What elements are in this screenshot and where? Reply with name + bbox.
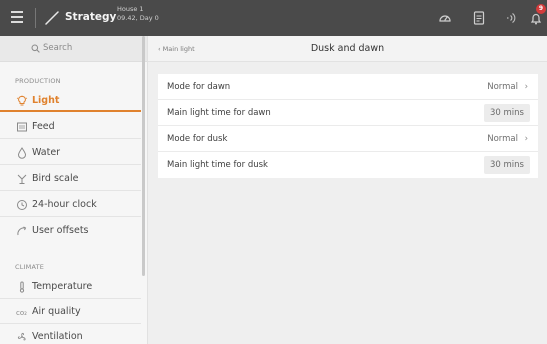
sidebar-item-light[interactable]: Light xyxy=(0,90,141,112)
sidebar-item-label: Ventilation xyxy=(32,331,83,342)
active-indicator xyxy=(0,110,141,112)
search-box[interactable]: Search xyxy=(0,36,147,62)
sidebar-item-feed[interactable]: Feed xyxy=(0,116,141,138)
divider xyxy=(0,164,141,165)
sidebar: Search PRODUCTION Light Feed Water Bird … xyxy=(0,36,148,344)
co2-icon: co₂ xyxy=(16,309,27,317)
settings-panel: Mode for dawn Normal › Main light time f… xyxy=(158,74,538,178)
setting-value: Normal xyxy=(487,82,518,92)
setting-row-mode-for-dawn[interactable]: Mode for dawn Normal › xyxy=(158,74,538,100)
divider xyxy=(0,190,141,191)
setting-value: Normal xyxy=(487,134,518,144)
sidebar-item-air-quality[interactable]: co₂ Air quality xyxy=(0,301,141,323)
sidebar-item-label: Bird scale xyxy=(32,173,79,184)
setting-row-main-light-time-dawn: Main light time for dawn 30 mins xyxy=(158,100,538,126)
divider xyxy=(0,216,141,217)
search-input[interactable]: Search xyxy=(43,43,72,53)
house-info[interactable]: House 1 09.42, Day 0 xyxy=(117,5,159,23)
duration-input[interactable]: 30 mins xyxy=(484,104,530,122)
setting-label: Main light time for dusk xyxy=(167,160,268,170)
setting-label: Mode for dusk xyxy=(167,134,228,144)
setting-label: Main light time for dawn xyxy=(167,108,271,118)
divider xyxy=(0,138,141,139)
duration-input[interactable]: 30 mins xyxy=(484,156,530,174)
sidebar-scrollbar[interactable] xyxy=(142,36,145,276)
time-day: 09.42, Day 0 xyxy=(117,14,159,22)
divider xyxy=(0,298,141,299)
search-icon xyxy=(31,44,40,53)
document-icon[interactable] xyxy=(471,10,487,26)
user-offsets-icon xyxy=(17,226,27,236)
sidebar-item-user-offsets[interactable]: User offsets xyxy=(0,220,141,242)
sidebar-item-label: Light xyxy=(32,95,60,106)
sidebar-item-label: Feed xyxy=(32,121,55,132)
strategy-icon xyxy=(45,11,59,25)
chevron-right-icon: › xyxy=(524,82,528,92)
svg-text:co₂: co₂ xyxy=(16,309,27,317)
chevron-right-icon: › xyxy=(524,134,528,144)
sidebar-item-label: Temperature xyxy=(32,281,93,292)
page-title: Dusk and dawn xyxy=(310,43,385,54)
sidebar-item-ventilation[interactable]: Ventilation xyxy=(0,326,141,344)
section-title-climate: CLIMATE xyxy=(15,263,45,271)
setting-label: Mode for dawn xyxy=(167,82,231,92)
hamburger-menu-icon[interactable] xyxy=(11,11,23,25)
sound-icon[interactable] xyxy=(502,10,518,26)
sidebar-item-temperature[interactable]: Temperature xyxy=(0,276,141,298)
gauge-icon[interactable] xyxy=(437,10,453,26)
sidebar-item-label: Air quality xyxy=(32,306,81,317)
divider xyxy=(35,8,36,28)
setting-row-mode-for-dusk[interactable]: Mode for dusk Normal › xyxy=(158,126,538,152)
sidebar-item-water[interactable]: Water xyxy=(0,142,141,164)
sidebar-item-24-hour-clock[interactable]: 24-hour clock xyxy=(0,194,141,216)
top-bar: Strategy House 1 09.42, Day 0 9 xyxy=(0,0,547,36)
bird-scale-icon xyxy=(17,174,27,184)
setting-row-main-light-time-dusk: Main light time for dusk 30 mins xyxy=(158,152,538,178)
fan-icon xyxy=(17,332,26,341)
water-drop-icon xyxy=(17,147,27,159)
sidebar-item-bird-scale[interactable]: Bird scale xyxy=(0,168,141,190)
sidebar-item-label: User offsets xyxy=(32,225,89,236)
content-header: ‹ Main light Dusk and dawn xyxy=(148,36,547,62)
notification-badge: 9 xyxy=(536,4,546,14)
divider xyxy=(0,323,141,324)
sidebar-item-label: Water xyxy=(32,147,61,158)
bulb-icon xyxy=(16,95,28,106)
sidebar-item-label: 24-hour clock xyxy=(32,199,97,210)
strategy-label[interactable]: Strategy xyxy=(65,11,116,23)
feed-icon xyxy=(17,122,27,132)
thermometer-icon xyxy=(19,281,25,293)
clock-icon xyxy=(17,200,27,210)
section-title-production: PRODUCTION xyxy=(15,77,61,85)
house-name: House 1 xyxy=(117,5,144,13)
